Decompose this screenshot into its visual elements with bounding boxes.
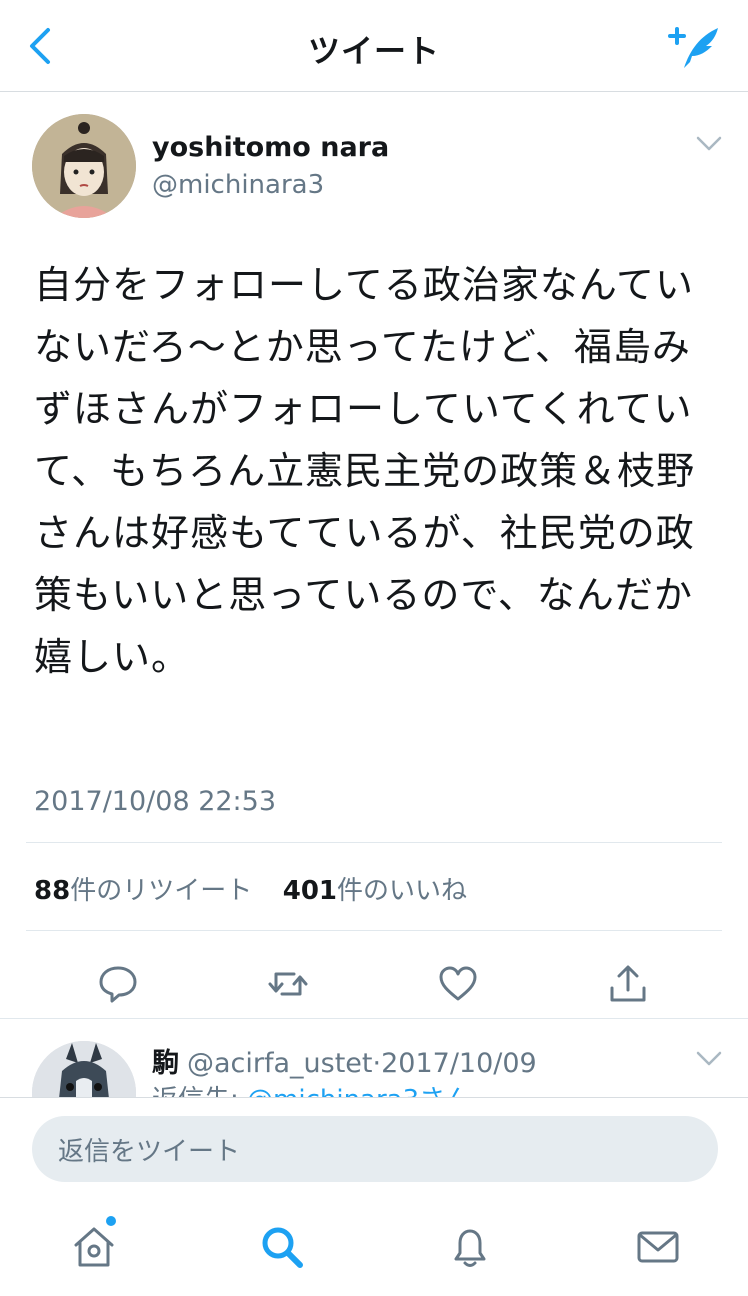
tweet-actions [0, 950, 748, 1018]
reply-avatar[interactable] [32, 1041, 136, 1097]
bottom-tab-bar [0, 1199, 748, 1296]
reply-to-label: 返信先: [152, 1085, 247, 1097]
author-avatar[interactable] [32, 114, 136, 218]
like-count[interactable]: 401 [283, 876, 337, 906]
search-icon[interactable] [258, 1223, 306, 1271]
reply-to-line: 返信先: @michinara3さん [152, 1079, 471, 1097]
top-nav-bar: ツイート [0, 0, 748, 92]
author-name[interactable]: yoshitomo nara [152, 132, 389, 163]
retweet-label[interactable]: 件のリツイート [70, 876, 252, 906]
reply-author-handle[interactable]: @acirfa_ustet [187, 1048, 373, 1079]
tweet-timestamp: 2017/10/08 22:53 [34, 786, 277, 817]
reply-composer: 返信をツイート [0, 1097, 748, 1199]
reply-date: 2017/10/09 [381, 1048, 537, 1079]
reply-to-mention[interactable]: @michinara3さん [247, 1085, 471, 1097]
reply-item[interactable]: 駒 @acirfa_ustet·2017/10/09 返信先: @michinar… [0, 1019, 748, 1097]
author-handle[interactable]: @michinara3 [152, 170, 324, 200]
retweet-count[interactable]: 88 [34, 876, 70, 906]
new-content-indicator [106, 1216, 116, 1226]
messages-icon[interactable] [634, 1223, 682, 1271]
reply-author-name[interactable]: 駒 [152, 1048, 179, 1079]
chevron-down-icon[interactable] [696, 136, 722, 152]
chevron-down-icon[interactable] [696, 1051, 722, 1067]
divider [26, 930, 722, 931]
home-icon[interactable] [70, 1223, 118, 1271]
reply-header: 駒 @acirfa_ustet·2017/10/09 [152, 1041, 537, 1080]
reply-icon[interactable] [98, 964, 138, 1004]
tweet-text: 自分をフォローしてる政治家なんていないだろ〜とか思ってたけど、福島みずほさんがフ… [34, 263, 696, 679]
divider [26, 842, 722, 843]
compose-feather-icon[interactable] [666, 22, 722, 72]
share-icon[interactable] [608, 964, 648, 1004]
retweet-icon[interactable] [268, 964, 308, 1004]
reply-separator: · [372, 1048, 382, 1079]
like-label[interactable]: 件のいいね [337, 876, 467, 906]
heart-icon[interactable] [438, 964, 478, 1004]
tweet-stats: 88件のリツイート 401件のいいね [34, 870, 467, 907]
notifications-icon[interactable] [446, 1223, 494, 1271]
reply-input[interactable]: 返信をツイート [32, 1116, 718, 1182]
page-title: ツイート [307, 32, 440, 70]
